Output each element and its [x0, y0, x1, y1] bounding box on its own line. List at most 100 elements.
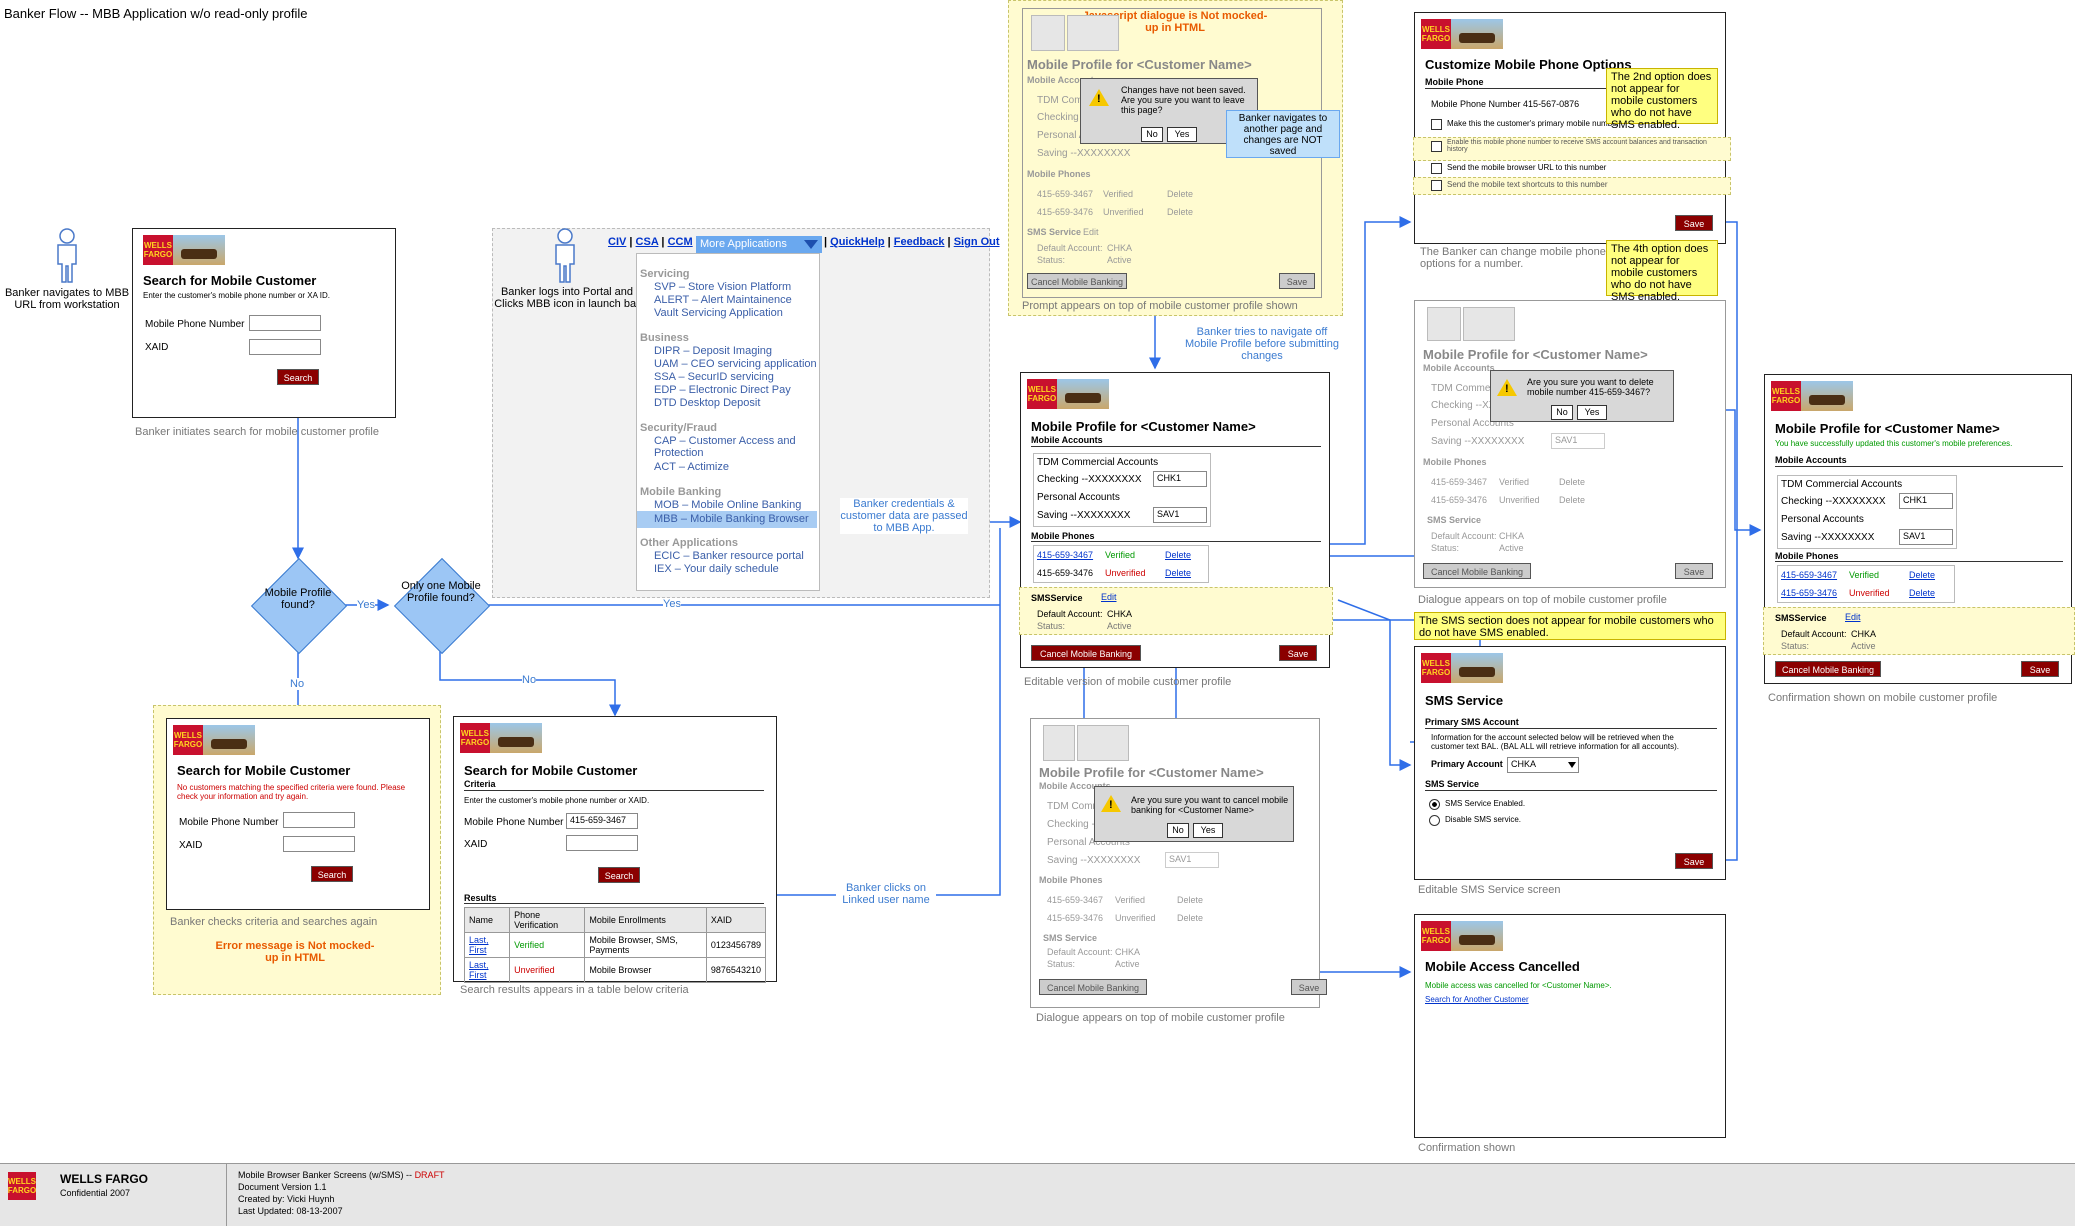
menu-item-ssa[interactable]: SSA – SecurID servicing: [654, 371, 774, 383]
nav-ccm[interactable]: CCM: [668, 236, 693, 248]
option2-callout: The 2nd option does not appear for mobil…: [1606, 68, 1718, 131]
search-button[interactable]: Search: [598, 867, 640, 883]
more-applications-dropdown[interactable]: More Applications: [696, 236, 822, 253]
leave-caption: Prompt appears on top of mobile customer…: [1022, 300, 1298, 312]
dialog-yes-button[interactable]: Yes: [1167, 127, 1197, 142]
wells-fargo-logo: WELLS FARGO: [460, 723, 542, 753]
menu-item-edp[interactable]: EDP – Electronic Direct Pay: [654, 384, 791, 396]
cancel-mobile-banking-button[interactable]: Cancel Mobile Banking: [1031, 645, 1141, 661]
phone1-link[interactable]: 415-659-3467: [1037, 550, 1093, 560]
radio-enabled[interactable]: [1429, 799, 1440, 810]
menu-item-mob[interactable]: MOB – Mobile Online Banking: [654, 499, 801, 511]
phone-label: Mobile Phone Number: [464, 817, 564, 828]
xaid-input[interactable]: [566, 835, 638, 851]
primary-sms-label: Primary SMS Account: [1425, 717, 1519, 727]
dialog-yes-button[interactable]: Yes: [1193, 823, 1223, 838]
menu-item-ecic[interactable]: ECIC – Banker resource portal: [654, 550, 804, 562]
phone-label: Mobile Phone Number: [145, 319, 245, 330]
delete-link[interactable]: Delete: [1165, 550, 1191, 560]
xaid-input[interactable]: [249, 339, 321, 355]
xaid-input[interactable]: [283, 836, 355, 852]
checking-input[interactable]: CHK1: [1153, 471, 1207, 487]
nav-civ[interactable]: CIV: [608, 236, 626, 248]
phone-input[interactable]: [249, 315, 321, 331]
save-button[interactable]: Save: [1675, 853, 1713, 869]
xaid-label: XAID: [464, 839, 488, 850]
menu-item-iex[interactable]: IEX – Your daily schedule: [654, 563, 779, 575]
link-signout[interactable]: Sign Out: [954, 236, 1000, 248]
saving-input[interactable]: SAV1: [1153, 507, 1207, 523]
confirmation-caption: Confirmation shown on mobile customer pr…: [1768, 692, 1998, 704]
cancelled-message: Mobile access was cancelled for <Custome…: [1425, 981, 1612, 990]
criteria-label: Criteria: [464, 779, 496, 789]
dialog-no-button[interactable]: No: [1167, 823, 1189, 838]
portal-links: | QuickHelp | Feedback | Sign Out: [824, 236, 1000, 248]
save-button[interactable]: Save: [2021, 661, 2059, 677]
cancelled-title: Mobile Access Cancelled: [1425, 959, 1580, 974]
phone1-link[interactable]: 415-659-3467: [1781, 570, 1837, 580]
phone2-link[interactable]: 415-659-3476: [1781, 588, 1837, 598]
footer-version: Document Version 1.1: [238, 1182, 327, 1192]
menu-item-uam[interactable]: UAM – CEO servicing application: [654, 358, 817, 370]
menu-item-mbb[interactable]: MBB – Mobile Banking Browser: [654, 513, 809, 525]
dialog-no-button[interactable]: No: [1551, 405, 1573, 420]
search-error-screen: WELLS FARGO Search for Mobile Customer N…: [166, 718, 430, 910]
footer-brand: WELLS FARGO: [60, 1172, 148, 1186]
link-quickhelp[interactable]: QuickHelp: [830, 236, 884, 248]
chevron-down-icon: [804, 240, 818, 249]
search-instruction: Enter the customer's mobile phone number…: [143, 291, 330, 300]
delete-link[interactable]: Delete: [1909, 570, 1935, 580]
phones-label: Mobile Phones: [1031, 531, 1095, 541]
delete-link[interactable]: Delete: [1909, 588, 1935, 598]
result-name-link[interactable]: Last, First: [463, 932, 511, 958]
decision2-text: Only one Mobile Profile found?: [401, 580, 481, 604]
save-button[interactable]: Save: [1279, 645, 1317, 661]
menu-item-dtd[interactable]: DTD Desktop Deposit: [654, 397, 760, 409]
menu-item-alert[interactable]: ALERT – Alert Maintainence: [654, 294, 792, 306]
delete-link[interactable]: Delete: [1165, 568, 1191, 578]
customize-caption: The Banker can change mobile phone optio…: [1420, 246, 1606, 270]
dialog-yes-button[interactable]: Yes: [1577, 405, 1607, 420]
search-button[interactable]: Search: [277, 369, 319, 385]
menu-item-vault[interactable]: Vault Servicing Application: [654, 307, 783, 319]
cancelled-caption: Confirmation shown: [1418, 1142, 1516, 1154]
phone-input[interactable]: [283, 812, 355, 828]
save-button[interactable]: Save: [1675, 215, 1713, 231]
editable-caption: Editable version of mobile customer prof…: [1024, 676, 1232, 688]
checkbox-sms[interactable]: [1431, 141, 1442, 152]
sms-edit-link[interactable]: Edit: [1101, 592, 1117, 602]
nav-csa[interactable]: CSA: [636, 236, 659, 248]
radio-disable[interactable]: [1429, 815, 1440, 826]
col-verification: Phone Verification: [509, 907, 586, 933]
sms-label: SMSService: [1031, 593, 1083, 603]
cancel-mobile-banking-button[interactable]: Cancel Mobile Banking: [1775, 661, 1881, 677]
menu-item-svp[interactable]: SVP – Store Vision Platform: [654, 281, 791, 293]
checkbox-url[interactable]: [1431, 163, 1442, 174]
menu-item-dipr[interactable]: DIPR – Deposit Imaging: [654, 345, 772, 357]
wells-fargo-logo: WELLS FARGO: [173, 725, 255, 755]
search-error-caption: Banker checks criteria and searches agai…: [170, 916, 378, 928]
saving-input[interactable]: SAV1: [1899, 529, 1953, 545]
delete-dialog-text: Are you sure you want to delete mobile n…: [1527, 377, 1654, 397]
search-another-link[interactable]: Search for Another Customer: [1425, 995, 1529, 1004]
sms-edit-link[interactable]: Edit: [1845, 612, 1861, 622]
primary-account-select[interactable]: CHKA: [1507, 757, 1579, 773]
checkbox-primary[interactable]: [1431, 119, 1442, 130]
checking-input[interactable]: CHK1: [1899, 493, 1953, 509]
confirmation-profile-screen: WELLS FARGO Mobile Profile for <Customer…: [1763, 374, 2075, 684]
wells-fargo-logo: WELLS FARGO: [1771, 381, 1853, 411]
no-label-1: No: [290, 678, 305, 690]
result-name-link[interactable]: Last, First: [463, 957, 511, 983]
delete-dialog: Are you sure you want to delete mobile n…: [1490, 370, 1674, 422]
wells-fargo-logo: WELLS FARGO: [143, 235, 225, 265]
search-screen: WELLS FARGO Search for Mobile Customer E…: [132, 228, 396, 418]
menu-item-cap[interactable]: CAP – Customer Access and Protection: [654, 435, 804, 459]
search-title: Search for Mobile Customer: [143, 273, 317, 288]
phone-input[interactable]: 415-659-3467: [566, 813, 638, 829]
link-feedback[interactable]: Feedback: [894, 236, 945, 248]
menu-item-act[interactable]: ACT – Actimize: [654, 461, 729, 473]
checkbox-shortcuts[interactable]: [1431, 180, 1442, 191]
search-button[interactable]: Search: [311, 866, 353, 882]
editable-profile-screen: WELLS FARGO Mobile Profile for <Customer…: [1019, 372, 1333, 668]
dialog-no-button[interactable]: No: [1141, 127, 1163, 142]
